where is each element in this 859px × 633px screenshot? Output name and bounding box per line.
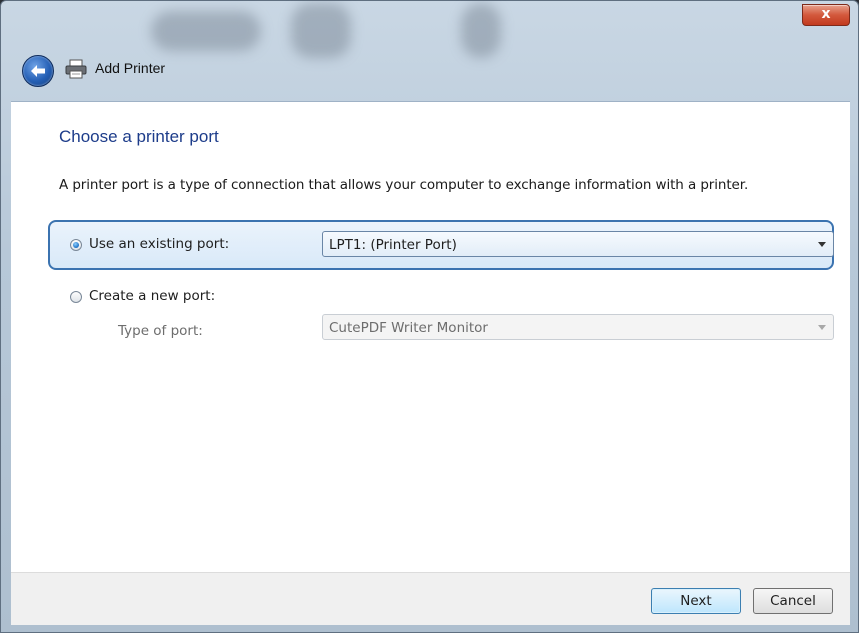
back-arrow-icon xyxy=(31,65,45,77)
create-port-label[interactable]: Create a new port: xyxy=(89,288,215,304)
background-blur xyxy=(151,11,261,51)
add-printer-window: x Add Printer Choose a printer port A pr… xyxy=(0,0,859,633)
page-description: A printer port is a type of connection t… xyxy=(59,177,749,193)
page-title: Choose a printer port xyxy=(59,127,219,146)
background-blur xyxy=(461,3,501,58)
chevron-down-icon xyxy=(818,325,826,330)
background-blur xyxy=(291,3,351,58)
existing-port-label[interactable]: Use an existing port: xyxy=(89,236,229,252)
next-button[interactable]: Next xyxy=(651,588,741,614)
title-bar: x Add Printer xyxy=(1,1,859,101)
existing-port-dropdown[interactable]: LPT1: (Printer Port) xyxy=(322,231,834,257)
port-type-value: CutePDF Writer Monitor xyxy=(329,320,488,336)
chevron-down-icon xyxy=(818,242,826,247)
existing-port-radio[interactable] xyxy=(70,239,82,251)
close-button[interactable]: x xyxy=(802,4,850,26)
port-type-label: Type of port: xyxy=(118,323,203,339)
cancel-button[interactable]: Cancel xyxy=(753,588,833,614)
back-button[interactable] xyxy=(22,55,54,87)
printer-icon xyxy=(65,59,87,79)
create-port-radio[interactable] xyxy=(70,291,82,303)
window-title: Add Printer xyxy=(95,60,166,76)
port-type-dropdown[interactable]: CutePDF Writer Monitor xyxy=(322,314,834,340)
close-icon: x xyxy=(821,6,831,22)
existing-port-value: LPT1: (Printer Port) xyxy=(329,237,457,253)
